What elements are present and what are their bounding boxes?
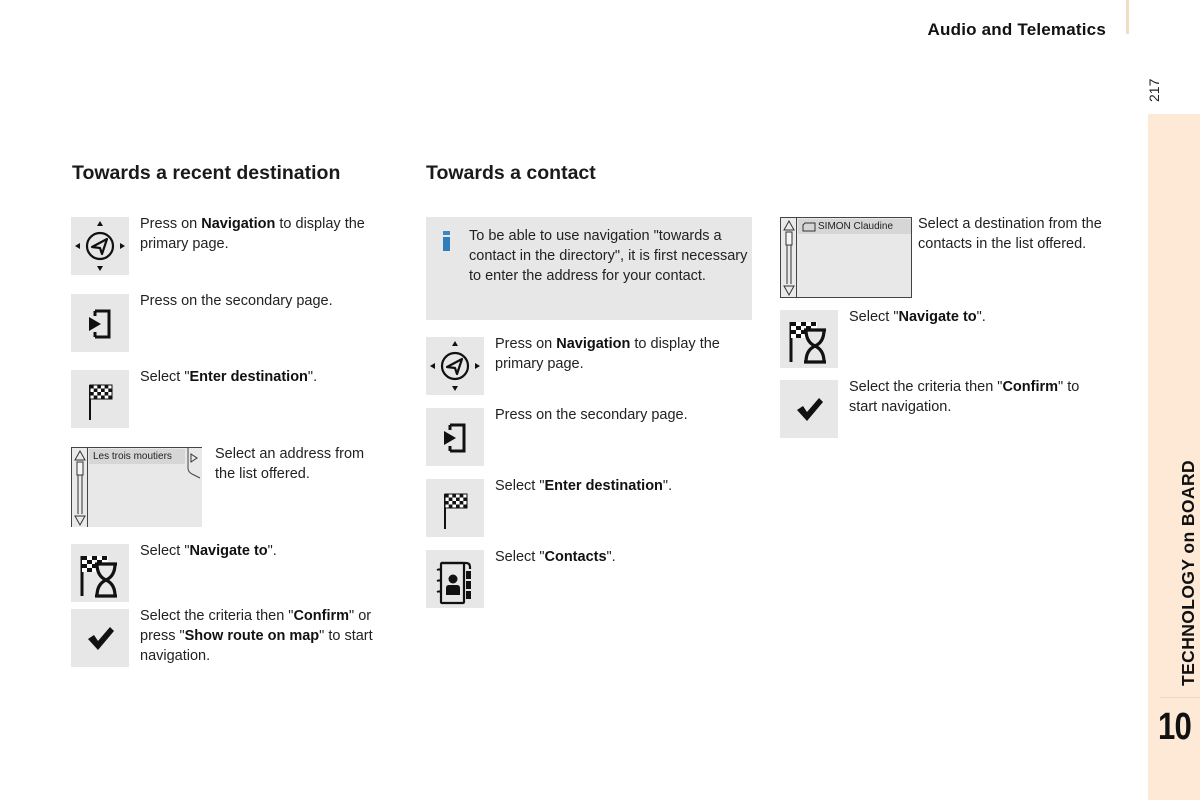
section-title-contact: Towards a contact	[426, 162, 596, 184]
page-number-text: 217	[1146, 78, 1162, 102]
step-text: Select the criteria then "Confirm" or pr…	[140, 608, 373, 664]
recent-step-3: Select "Enter destination".	[71, 369, 390, 428]
checkered-flag-icon	[71, 370, 129, 428]
step-text: Select "Enter destination".	[140, 369, 318, 385]
step-text: Select "Navigate to".	[140, 543, 277, 559]
step-text: Select a destination from the contacts i…	[918, 216, 1102, 252]
header-title: Audio and Telematics	[927, 20, 1106, 39]
address-list-screen: Les trois moutiers	[71, 447, 202, 527]
contact-step-3: Select "Enter destination".	[426, 478, 750, 537]
step-text: Press on Navigation to display the prima…	[140, 216, 365, 252]
chapter-number: 10	[1158, 706, 1192, 748]
contact-step-6: Select "Navigate to".	[780, 309, 1104, 368]
chapter-label: TECHNOLOGY on BOARD	[1178, 459, 1198, 686]
navigate-to-icon	[71, 544, 129, 602]
step-text: Select the criteria then "Confirm" to st…	[849, 379, 1080, 415]
recent-step-2: Press on the secondary page.	[71, 293, 390, 352]
checkmark-icon	[71, 609, 129, 667]
list-item[interactable]: SIMON Claudine	[798, 219, 911, 234]
checkered-flag-icon	[426, 479, 484, 537]
step-text: Select an address from the list offered.	[215, 446, 365, 482]
info-text: To be able to use navigation "towards a …	[469, 228, 748, 284]
recent-step-5: Select "Navigate to".	[71, 543, 390, 602]
navigate-to-icon	[780, 310, 838, 368]
contact-step-2: Press on the secondary page.	[426, 407, 750, 466]
recent-step-4: Les trois moutiers Select an address fro…	[71, 446, 385, 527]
sidebar-divider	[1160, 697, 1200, 698]
info-icon	[443, 231, 450, 251]
contact-step-1: Press on Navigation to display the prima…	[426, 336, 750, 395]
step-text: Select "Navigate to".	[849, 309, 986, 325]
section-title-recent: Towards a recent destination	[72, 162, 341, 184]
step-text: Press on the secondary page.	[495, 407, 688, 423]
list-item-label: SIMON Claudine	[818, 221, 894, 232]
contact-step-4: Select "Contacts".	[426, 549, 750, 608]
contact-step-5: SIMON Claudine Select a destination from…	[780, 216, 1103, 298]
secondary-page-icon	[426, 408, 484, 466]
contact-card-icon	[802, 222, 816, 232]
step-text: Select "Contacts".	[495, 549, 616, 565]
secondary-page-icon	[71, 294, 129, 352]
list-item[interactable]: Les trois moutiers	[89, 449, 185, 464]
info-box: To be able to use navigation "towards a …	[426, 217, 752, 320]
header-rule	[1126, 0, 1129, 34]
checkmark-icon	[780, 380, 838, 438]
list-scrollbar	[72, 448, 88, 527]
navigation-icon	[71, 217, 129, 275]
recent-step-6: Select the criteria then "Confirm" or pr…	[71, 608, 400, 667]
navigation-icon	[426, 337, 484, 395]
contacts-icon	[426, 550, 484, 608]
contact-list-screen: SIMON Claudine	[780, 217, 912, 298]
step-text: Press on Navigation to display the prima…	[495, 336, 720, 372]
page-number: 217	[1146, 72, 1162, 102]
list-arrow-right-icon[interactable]	[186, 448, 202, 528]
contact-step-7: Select the criteria then "Confirm" to st…	[780, 379, 1109, 438]
step-text: Select "Enter destination".	[495, 478, 673, 494]
recent-step-1: Press on Navigation to display the prima…	[71, 216, 390, 275]
list-scrollbar	[781, 218, 797, 297]
step-text: Press on the secondary page.	[140, 293, 333, 309]
